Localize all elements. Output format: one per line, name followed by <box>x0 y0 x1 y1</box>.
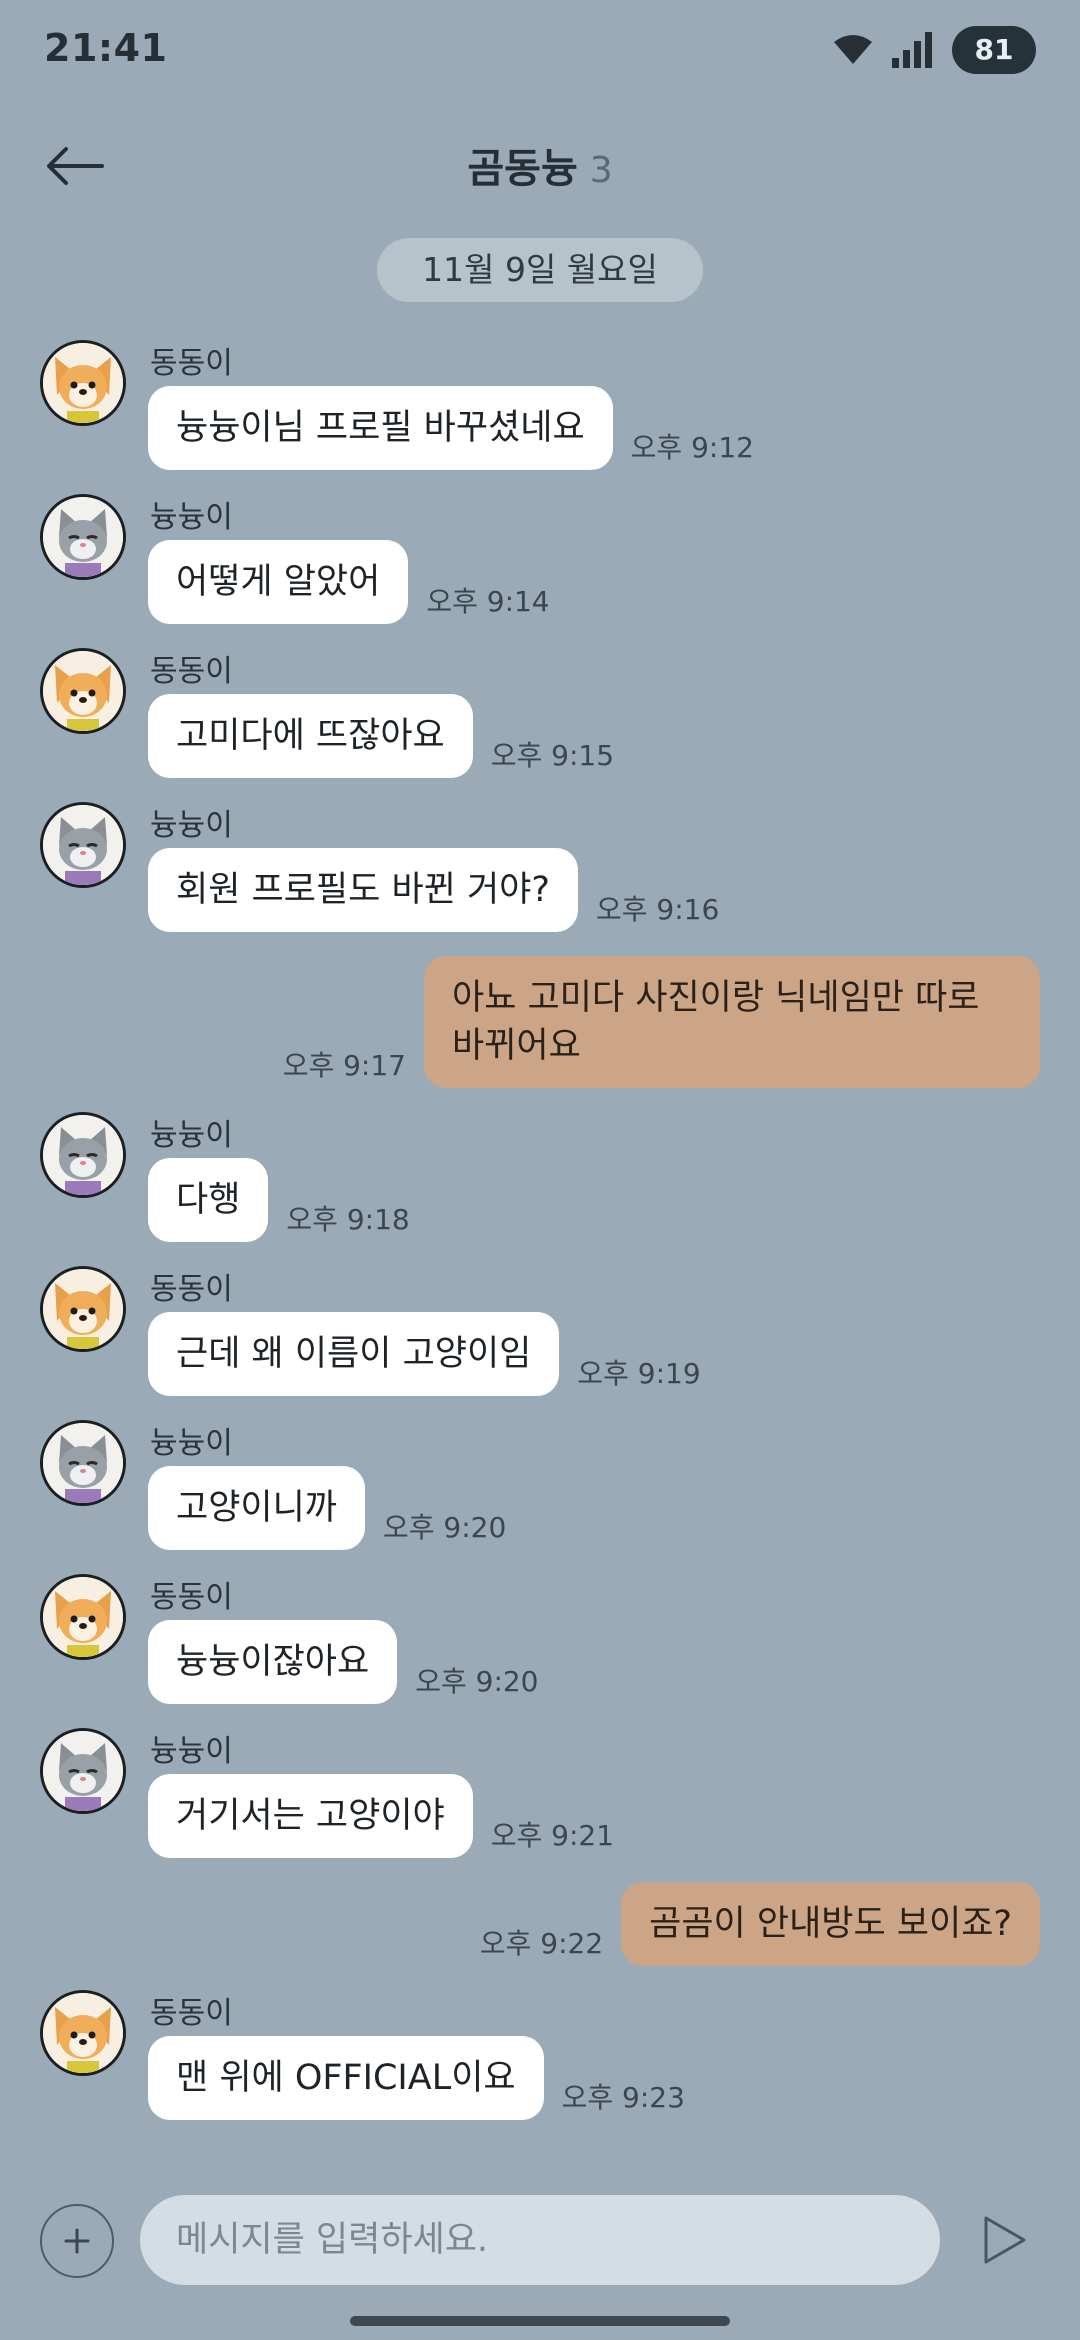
cat-avatar[interactable] <box>40 1112 126 1198</box>
sender-name: 늉늉이 <box>150 1118 233 1153</box>
bubble-row: 거기서는 고양이야 오후 9:21 <box>148 1774 614 1858</box>
cat-avatar[interactable] <box>40 802 126 888</box>
sender-name: 늉늉이 <box>150 1734 233 1769</box>
corgi-avatar[interactable] <box>40 1990 126 2076</box>
plus-icon <box>64 2228 90 2254</box>
bubble-row: 곰곰이 안내방도 보이죠? 오후 9:22 <box>480 1882 1040 1966</box>
message-list[interactable]: 동동이 늉늉이님 프로필 바꾸셨네요 오후 9:12 늉늉이 어떻게 알았어 오… <box>0 0 1080 2340</box>
sender-name: 늉늉이 <box>150 500 233 535</box>
message-bubble[interactable]: 고미다에 뜨잖아요 <box>148 694 473 778</box>
sender-name: 동동이 <box>150 654 233 689</box>
attach-button[interactable] <box>40 2204 114 2278</box>
send-icon <box>984 2216 1026 2264</box>
bubble-row: 아뇨 고미다 사진이랑 닉네임만 따로 바뀌어요 오후 9:17 <box>283 956 1040 1088</box>
message-time: 오후 9:23 <box>561 2081 685 2114</box>
message-bubble[interactable]: 다행 <box>148 1158 269 1242</box>
bubble-row: 늉늉이님 프로필 바꾸셨네요 오후 9:12 <box>148 386 754 470</box>
message-time: 오후 9:19 <box>577 1357 701 1390</box>
chat-screen: 21:41 81 곰동늉 3 11월 9일 월요일 동동이 늉늉이님 프로필 바… <box>0 0 1080 2340</box>
corgi-avatar[interactable] <box>40 648 126 734</box>
cat-avatar[interactable] <box>40 1728 126 1814</box>
corgi-avatar[interactable] <box>40 340 126 426</box>
message-time: 오후 9:20 <box>415 1665 539 1698</box>
send-button[interactable] <box>978 2212 1030 2268</box>
message-time: 오후 9:21 <box>490 1819 615 1852</box>
bubble-row: 맨 위에 OFFICIAL이요 오후 9:23 <box>148 2036 685 2120</box>
cat-avatar[interactable] <box>40 494 126 580</box>
message-time: 오후 9:15 <box>490 739 615 772</box>
message-input-bar <box>0 2190 1080 2294</box>
sender-name: 늉늉이 <box>150 808 233 843</box>
message-time: 오후 9:14 <box>426 585 550 618</box>
message-bubble-outgoing[interactable]: 곰곰이 안내방도 보이죠? <box>621 1882 1040 1966</box>
sender-name: 늉늉이 <box>150 1426 233 1461</box>
bubble-row: 다행 오후 9:18 <box>148 1158 410 1242</box>
bubble-row: 고양이니까 오후 9:20 <box>148 1466 506 1550</box>
message-bubble[interactable]: 거기서는 고양이야 <box>148 1774 473 1858</box>
bubble-row: 고미다에 뜨잖아요 오후 9:15 <box>148 694 614 778</box>
corgi-avatar[interactable] <box>40 1574 126 1660</box>
message-bubble[interactable]: 맨 위에 OFFICIAL이요 <box>148 2036 544 2120</box>
message-time: 오후 9:16 <box>595 893 720 926</box>
cat-avatar[interactable] <box>40 1420 126 1506</box>
sender-name: 동동이 <box>150 1580 233 1615</box>
message-bubble[interactable]: 어떻게 알았어 <box>148 540 409 624</box>
home-indicator <box>350 2316 730 2326</box>
bubble-row: 늉늉이잖아요 오후 9:20 <box>148 1620 539 1704</box>
message-time: 오후 9:12 <box>630 431 754 464</box>
bubble-row: 어떻게 알았어 오후 9:14 <box>148 540 550 624</box>
bubble-row: 근데 왜 이름이 고양이임 오후 9:19 <box>148 1312 701 1396</box>
message-time: 오후 9:17 <box>282 1049 406 1082</box>
message-bubble-outgoing[interactable]: 아뇨 고미다 사진이랑 닉네임만 따로 바뀌어요 <box>424 956 1040 1088</box>
message-time: 오후 9:20 <box>383 1511 507 1544</box>
message-time: 오후 9:18 <box>286 1203 410 1236</box>
sender-name: 동동이 <box>150 1272 233 1307</box>
message-bubble[interactable]: 회원 프로필도 바뀐 거야? <box>148 848 578 932</box>
message-bubble[interactable]: 늉늉이님 프로필 바꾸셨네요 <box>148 386 613 470</box>
sender-name: 동동이 <box>150 346 233 381</box>
message-input[interactable] <box>140 2195 940 2285</box>
message-bubble[interactable]: 늉늉이잖아요 <box>148 1620 398 1704</box>
bubble-row: 회원 프로필도 바뀐 거야? 오후 9:16 <box>148 848 719 932</box>
corgi-avatar[interactable] <box>40 1266 126 1352</box>
message-bubble[interactable]: 근데 왜 이름이 고양이임 <box>148 1312 560 1396</box>
message-bubble[interactable]: 고양이니까 <box>148 1466 366 1550</box>
message-time: 오후 9:22 <box>479 1927 604 1960</box>
sender-name: 동동이 <box>150 1996 233 2031</box>
